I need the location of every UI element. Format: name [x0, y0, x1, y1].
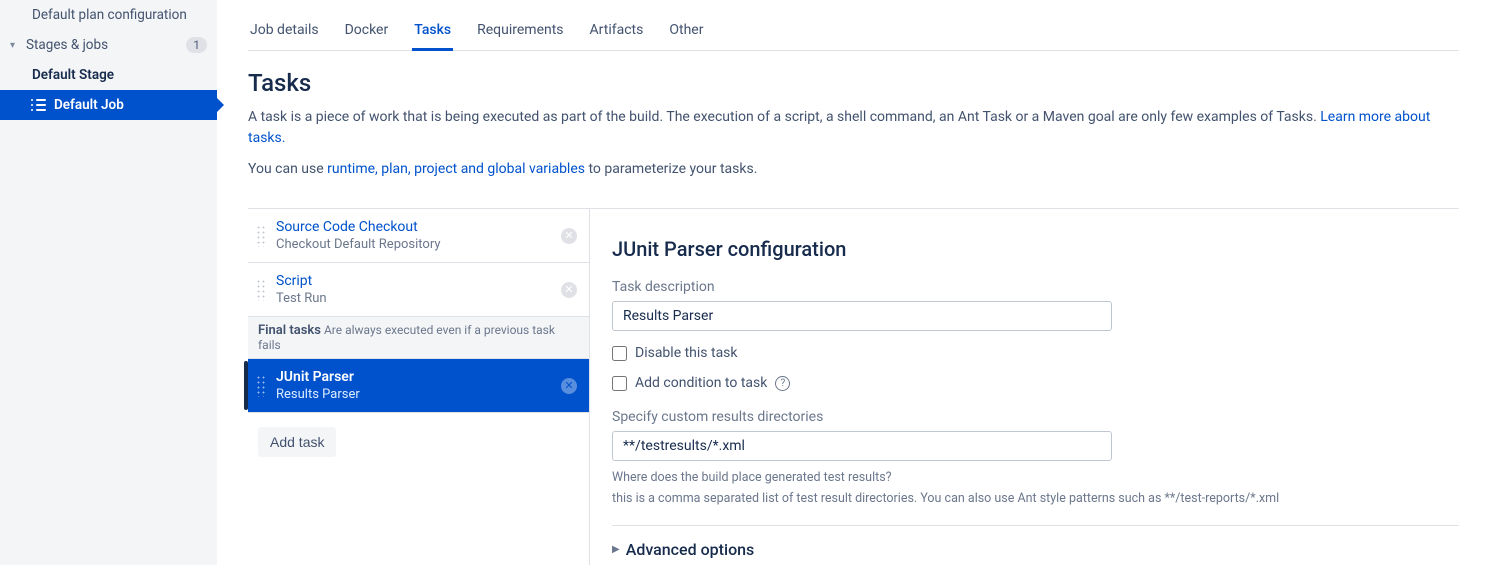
intro-paragraph-2: You can use runtime, plan, project and g… — [248, 159, 1459, 180]
results-dirs-label: Specify custom results directories — [612, 409, 1459, 425]
task-subtitle: Results Parser — [276, 387, 551, 402]
intro-paragraph-1: A task is a piece of work that is being … — [248, 107, 1459, 149]
config-heading: JUnit Parser configuration — [612, 237, 1459, 261]
main-content: Job details Docker Tasks Requirements Ar… — [218, 0, 1489, 565]
tab-artifacts[interactable]: Artifacts — [588, 10, 646, 51]
delete-task-icon[interactable]: ✕ — [561, 378, 577, 394]
stages-count-badge: 1 — [186, 37, 207, 53]
sidebar: Default plan configuration ▾ Stages & jo… — [0, 0, 218, 565]
page-title: Tasks — [248, 69, 1459, 97]
help-icon[interactable]: ? — [775, 376, 790, 391]
add-condition-label: Add condition to task — [635, 375, 767, 391]
sidebar-group-stages[interactable]: ▾ Stages & jobs 1 — [0, 30, 217, 60]
advanced-options-label: Advanced options — [626, 540, 755, 559]
advanced-options-toggle[interactable]: ▶ Advanced options — [612, 525, 1459, 559]
disable-task-checkbox[interactable] — [612, 346, 627, 361]
tab-job-details[interactable]: Job details — [248, 10, 321, 51]
task-list: Source Code Checkout Checkout Default Re… — [248, 209, 590, 565]
drag-handle-icon[interactable] — [256, 375, 266, 397]
variables-link[interactable]: runtime, plan, project and global variab… — [327, 161, 585, 177]
sidebar-item-default-plan[interactable]: Default plan configuration — [0, 0, 217, 30]
disable-task-label: Disable this task — [635, 345, 738, 361]
chevron-right-icon: ▶ — [612, 544, 620, 555]
task-row[interactable]: Source Code Checkout Checkout Default Re… — [248, 209, 589, 263]
drag-handle-icon[interactable] — [256, 279, 266, 301]
tab-docker[interactable]: Docker — [343, 10, 391, 51]
task-config-panel: JUnit Parser configuration Task descript… — [590, 209, 1459, 565]
delete-task-icon[interactable]: ✕ — [561, 228, 577, 244]
final-tasks-section-label: Final tasks Are always executed even if … — [248, 317, 589, 359]
task-subtitle: Checkout Default Repository — [276, 237, 551, 252]
list-icon — [32, 99, 46, 111]
tab-tasks[interactable]: Tasks — [412, 10, 453, 51]
tab-other[interactable]: Other — [667, 10, 705, 51]
sidebar-group-label: Stages & jobs — [26, 37, 108, 53]
add-condition-checkbox[interactable] — [612, 376, 627, 391]
task-row-selected[interactable]: JUnit Parser Results Parser ✕ — [248, 359, 589, 413]
task-row[interactable]: Script Test Run ✕ — [248, 263, 589, 317]
sidebar-item-default-stage[interactable]: Default Stage — [0, 60, 217, 90]
selection-indicator-icon — [244, 361, 248, 410]
task-subtitle: Test Run — [276, 291, 551, 306]
task-title: Script — [276, 273, 551, 289]
task-description-label: Task description — [612, 279, 1459, 295]
tab-bar: Job details Docker Tasks Requirements Ar… — [248, 10, 1459, 51]
results-dirs-hint-2: this is a comma separated list of test r… — [612, 490, 1312, 509]
add-task-button[interactable]: Add task — [258, 427, 336, 457]
chevron-down-icon: ▾ — [10, 40, 22, 51]
task-title: JUnit Parser — [276, 369, 551, 385]
drag-handle-icon[interactable] — [256, 225, 266, 247]
tab-requirements[interactable]: Requirements — [475, 10, 565, 51]
sidebar-item-default-job[interactable]: Default Job — [0, 90, 217, 120]
task-description-input[interactable] — [612, 301, 1112, 331]
sidebar-item-label: Default Job — [54, 97, 124, 113]
task-title: Source Code Checkout — [276, 219, 551, 235]
delete-task-icon[interactable]: ✕ — [561, 282, 577, 298]
results-dirs-input[interactable] — [612, 431, 1112, 461]
results-dirs-hint-1: Where does the build place generated tes… — [612, 469, 1312, 488]
